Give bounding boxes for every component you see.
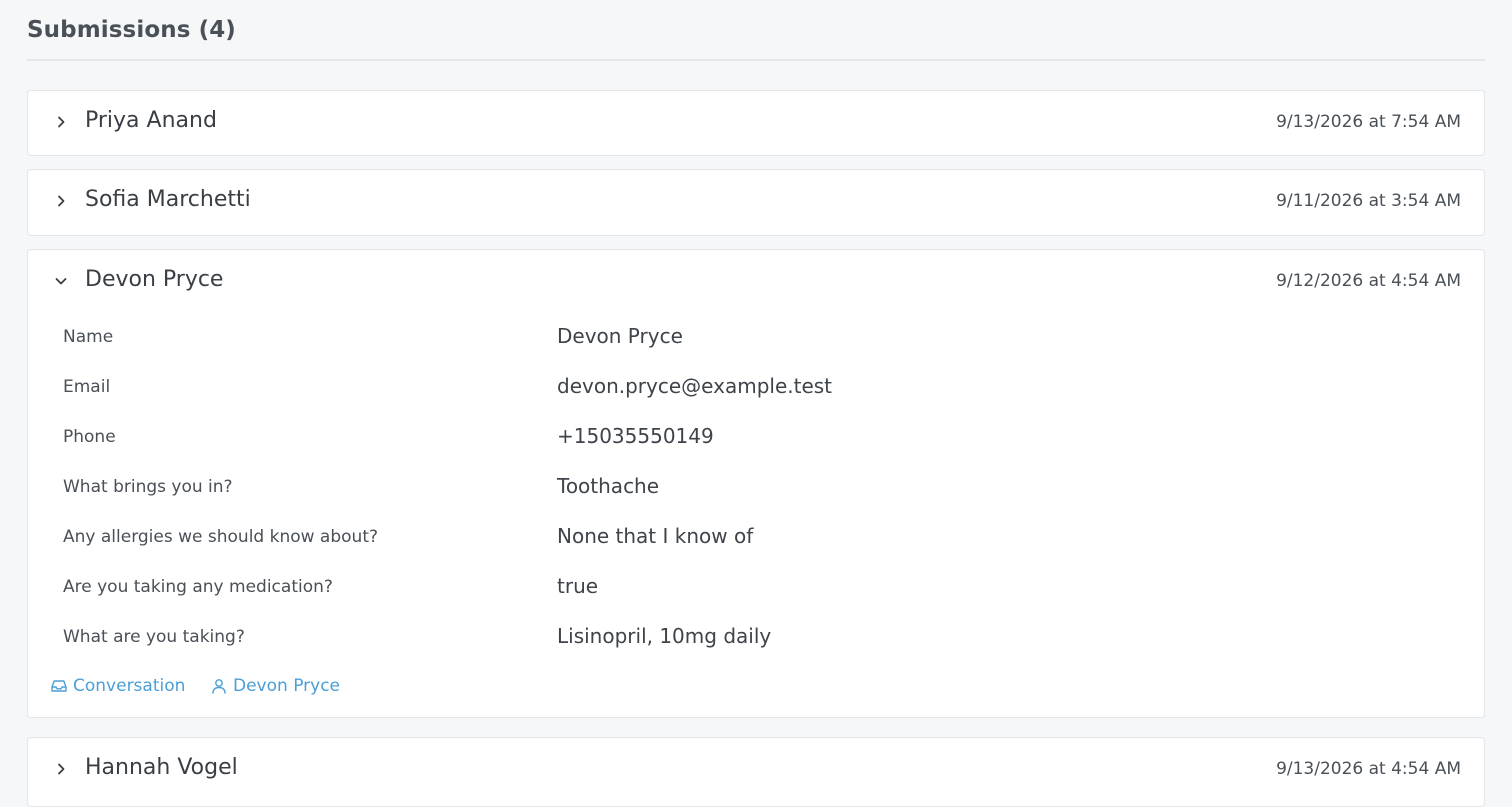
submission-name: Priya Anand	[85, 108, 217, 133]
field-value: Toothache	[557, 474, 660, 498]
submission-name: Hannah Vogel	[85, 755, 238, 780]
field-label: Phone	[63, 427, 116, 447]
submission-date: 9/12/2026 at 4:54 AM	[1276, 271, 1461, 291]
chevron-right-icon	[58, 763, 65, 775]
field-row-reason: What brings you in? Toothache	[63, 472, 1443, 502]
field-value: devon.pryce@example.test	[557, 374, 833, 398]
field-row-medication-details: What are you taking? Lisinopril, 10mg da…	[63, 622, 1443, 652]
submission-header[interactable]: Sofia Marchetti 9/11/2026 at 3:54 AM	[28, 170, 1484, 234]
conversation-link-label: Conversation	[73, 676, 186, 696]
submission-name: Devon Pryce	[85, 267, 224, 292]
user-icon	[212, 679, 226, 694]
field-value: Lisinopril, 10mg daily	[557, 624, 772, 648]
field-value: true	[557, 574, 599, 598]
submission-header[interactable]: Devon Pryce 9/12/2026 at 4:54 AM	[28, 250, 1484, 314]
submissions-heading: Submissions (4)	[27, 13, 1485, 61]
submission-name: Sofia Marchetti	[85, 187, 251, 212]
submission-card: Priya Anand 9/13/2026 at 7:54 AM	[27, 90, 1485, 156]
field-value: +15035550149	[557, 424, 714, 448]
field-row-medication: Are you taking any medication? true	[63, 572, 1443, 602]
field-label: Are you taking any medication?	[63, 577, 333, 597]
submission-card: Hannah Vogel 9/13/2026 at 4:54 AM	[27, 737, 1485, 807]
page-title: Submissions (4)	[27, 17, 236, 43]
contact-link-label: Devon Pryce	[233, 676, 340, 696]
field-row-phone: Phone +15035550149	[63, 422, 1443, 452]
chevron-down-icon	[55, 278, 67, 285]
submission-date: 9/11/2026 at 3:54 AM	[1276, 191, 1461, 211]
submission-date: 9/13/2026 at 7:54 AM	[1276, 112, 1461, 132]
chevron-right-icon	[58, 116, 65, 128]
submission-card: Sofia Marchetti 9/11/2026 at 3:54 AM	[27, 169, 1485, 236]
submission-date: 9/13/2026 at 4:54 AM	[1276, 759, 1461, 779]
field-label: Any allergies we should know about?	[63, 527, 379, 547]
field-value: None that I know of	[557, 524, 754, 548]
submission-header[interactable]: Priya Anand 9/13/2026 at 7:54 AM	[28, 91, 1484, 155]
contact-link[interactable]: Devon Pryce	[210, 674, 340, 698]
field-label: Email	[63, 377, 111, 397]
field-row-name: Name Devon Pryce	[63, 322, 1443, 352]
chevron-right-icon	[58, 195, 65, 207]
field-row-allergies: Any allergies we should know about? None…	[63, 522, 1443, 552]
conversation-link[interactable]: Conversation	[50, 674, 185, 698]
field-label: Name	[63, 327, 114, 347]
field-label: What are you taking?	[63, 627, 245, 647]
inbox-icon	[51, 680, 67, 692]
submission-card-expanded: Devon Pryce 9/12/2026 at 4:54 AM Name De…	[27, 249, 1485, 718]
submission-header[interactable]: Hannah Vogel 9/13/2026 at 4:54 AM	[28, 738, 1484, 802]
field-row-email: Email devon.pryce@example.test	[63, 372, 1443, 402]
field-value: Devon Pryce	[557, 324, 683, 348]
field-label: What brings you in?	[63, 477, 233, 497]
